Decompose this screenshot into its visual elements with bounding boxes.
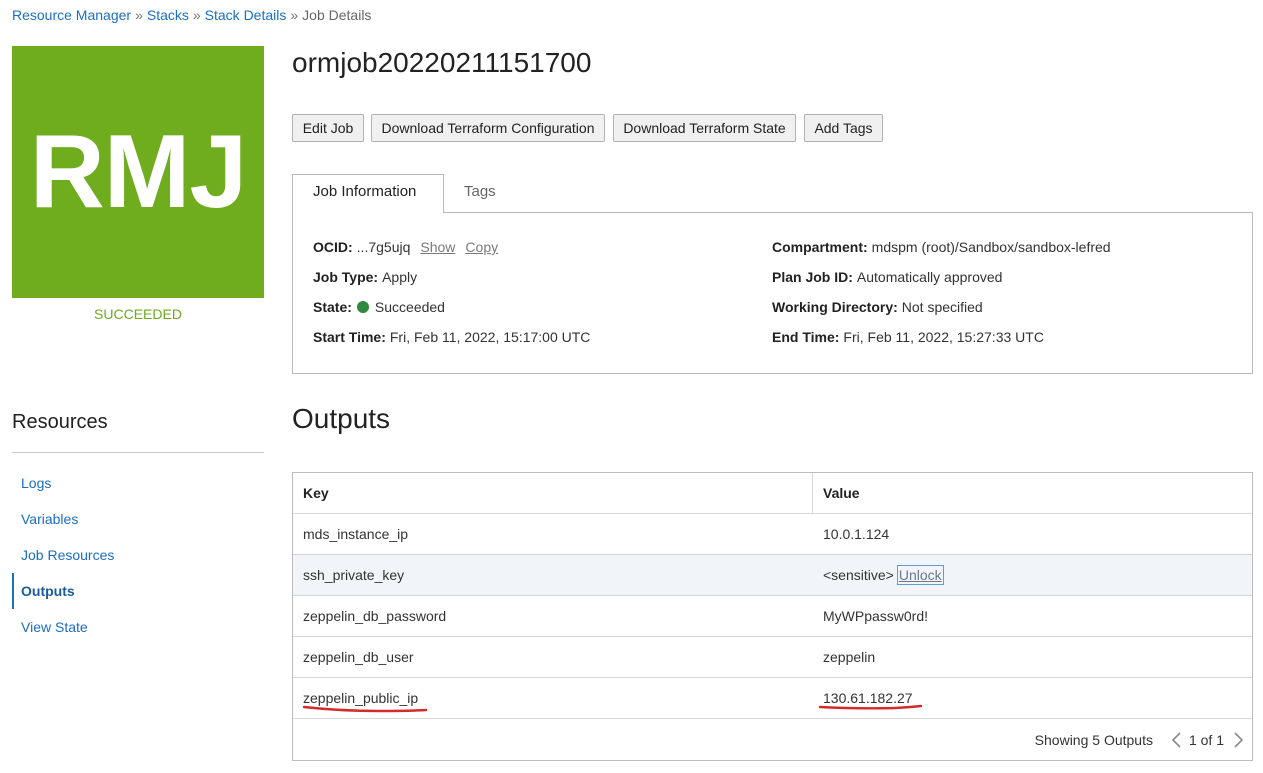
column-header-key[interactable]: Key: [293, 473, 812, 513]
download-terraform-state-button[interactable]: Download Terraform State: [613, 114, 796, 142]
output-value-cell: <sensitive> Unlock: [813, 565, 944, 585]
info-label: State:: [313, 299, 352, 315]
info-state: State: Succeeded: [313, 292, 590, 322]
info-label: End Time:: [772, 329, 840, 345]
info-plan-job-id: Plan Job ID: Automatically approved: [772, 262, 1111, 292]
column-header-value[interactable]: Value: [812, 473, 1252, 513]
working-directory-value: Not specified: [901, 299, 983, 315]
chevron-left-icon[interactable]: [1170, 731, 1182, 749]
resources-nav: Logs Variables Job Resources Outputs Vie…: [12, 465, 264, 645]
job-information-panel: OCID: ...7g5ujq Show Copy Job Type: Appl…: [292, 212, 1253, 374]
info-column-left: OCID: ...7g5ujq Show Copy Job Type: Appl…: [313, 232, 590, 352]
info-working-directory: Working Directory: Not specified: [772, 292, 1111, 322]
output-value: 10.0.1.124: [823, 526, 890, 542]
table-header-row: Key Value: [293, 473, 1252, 514]
download-terraform-configuration-button[interactable]: Download Terraform Configuration: [371, 114, 605, 142]
sidebar-item-job-resources[interactable]: Job Resources: [12, 537, 264, 573]
breadcrumb-resource-manager[interactable]: Resource Manager: [12, 6, 131, 24]
info-ocid: OCID: ...7g5ujq Show Copy: [313, 232, 590, 262]
chevron-right-icon[interactable]: [1233, 731, 1245, 749]
resources-heading: Resources: [12, 411, 108, 433]
info-column-right: Compartment: mdspm (root)/Sandbox/sandbo…: [772, 232, 1111, 352]
table-row: zeppelin_db_password MyWPpassw0rd!: [293, 596, 1252, 637]
state-value: Succeeded: [374, 299, 445, 315]
output-key: zeppelin_public_ip: [303, 690, 419, 706]
output-value: 130.61.182.27: [823, 690, 913, 706]
info-label: OCID:: [313, 239, 353, 255]
info-job-type: Job Type: Apply: [313, 262, 590, 292]
status-dot-icon: [356, 301, 369, 313]
info-label: Job Type:: [313, 269, 379, 285]
outputs-heading: Outputs: [292, 403, 391, 434]
output-key: zeppelin_db_user: [303, 649, 414, 665]
ocid-copy-link[interactable]: Copy: [465, 239, 498, 255]
page-title: ormjob20220211151700: [292, 47, 592, 78]
compartment-value: mdspm (root)/Sandbox/sandbox-lefred: [871, 239, 1111, 255]
breadcrumb: Resource Manager » Stacks » Stack Detail…: [12, 6, 371, 24]
edit-job-button[interactable]: Edit Job: [292, 114, 364, 142]
table-row: zeppelin_public_ip 130.61.182.27: [293, 678, 1252, 719]
start-time-value: Fri, Feb 11, 2022, 15:17:00 UTC: [389, 329, 591, 345]
table-row: mds_instance_ip 10.0.1.124: [293, 514, 1252, 555]
output-value: zeppelin: [823, 649, 876, 665]
info-compartment: Compartment: mdspm (root)/Sandbox/sandbo…: [772, 232, 1111, 262]
sidebar-item-view-state[interactable]: View State: [12, 609, 264, 645]
plan-job-id-value: Automatically approved: [856, 269, 1003, 285]
end-time-value: Fri, Feb 11, 2022, 15:27:33 UTC: [843, 329, 1044, 345]
output-key: mds_instance_ip: [303, 526, 409, 542]
job-type-value: Apply: [382, 269, 418, 285]
breadcrumb-separator: »: [192, 7, 201, 23]
tab-tags[interactable]: Tags: [443, 174, 518, 213]
divider: [12, 452, 264, 453]
ocid-value: ...7g5ujq: [356, 239, 411, 255]
sidebar-item-logs[interactable]: Logs: [12, 465, 264, 501]
info-label: Start Time:: [313, 329, 386, 345]
table-row: ssh_private_key <sensitive> Unlock: [293, 555, 1252, 596]
tab-job-information[interactable]: Job Information: [292, 174, 444, 213]
breadcrumb-separator: »: [135, 7, 143, 23]
breadcrumb-separator: »: [290, 7, 299, 23]
unlock-link[interactable]: Unlock: [896, 565, 944, 585]
outputs-count: Showing 5 Outputs: [1034, 731, 1153, 748]
output-key: ssh_private_key: [303, 567, 405, 583]
tab-label: Job Information: [313, 183, 417, 200]
breadcrumb-current: Job Details: [302, 7, 372, 23]
sidebar-item-outputs[interactable]: Outputs: [12, 573, 264, 609]
breadcrumb-stacks[interactable]: Stacks: [147, 6, 189, 24]
pagination-page: 1 of 1: [1188, 731, 1224, 748]
breadcrumb-stack-details[interactable]: Stack Details: [205, 6, 287, 24]
ocid-show-link[interactable]: Show: [420, 239, 455, 255]
info-start-time: Start Time: Fri, Feb 11, 2022, 15:17:00 …: [313, 322, 590, 352]
job-status-label: SUCCEEDED: [94, 306, 182, 322]
output-value: MyWPpassw0rd!: [823, 608, 929, 624]
info-label: Working Directory:: [772, 299, 898, 315]
add-tags-button[interactable]: Add Tags: [804, 114, 883, 142]
output-key: zeppelin_db_password: [303, 608, 447, 624]
job-badge: RMJ: [12, 46, 264, 298]
job-details-page: Resource Manager » Stacks » Stack Detail…: [0, 0, 1263, 773]
info-label: Plan Job ID:: [772, 269, 853, 285]
info-end-time: End Time: Fri, Feb 11, 2022, 15:27:33 UT…: [772, 322, 1111, 352]
info-label: Compartment:: [772, 239, 868, 255]
sidebar-item-variables[interactable]: Variables: [12, 501, 264, 537]
output-value: <sensitive>: [823, 567, 894, 583]
table-row: zeppelin_db_user zeppelin: [293, 637, 1252, 678]
badge-initials: RMJ: [29, 114, 248, 230]
outputs-table: Key Value mds_instance_ip 10.0.1.124 ssh…: [292, 472, 1253, 761]
table-footer: Showing 5 Outputs 1 of 1: [293, 719, 1252, 760]
tab-label: Tags: [464, 183, 496, 200]
